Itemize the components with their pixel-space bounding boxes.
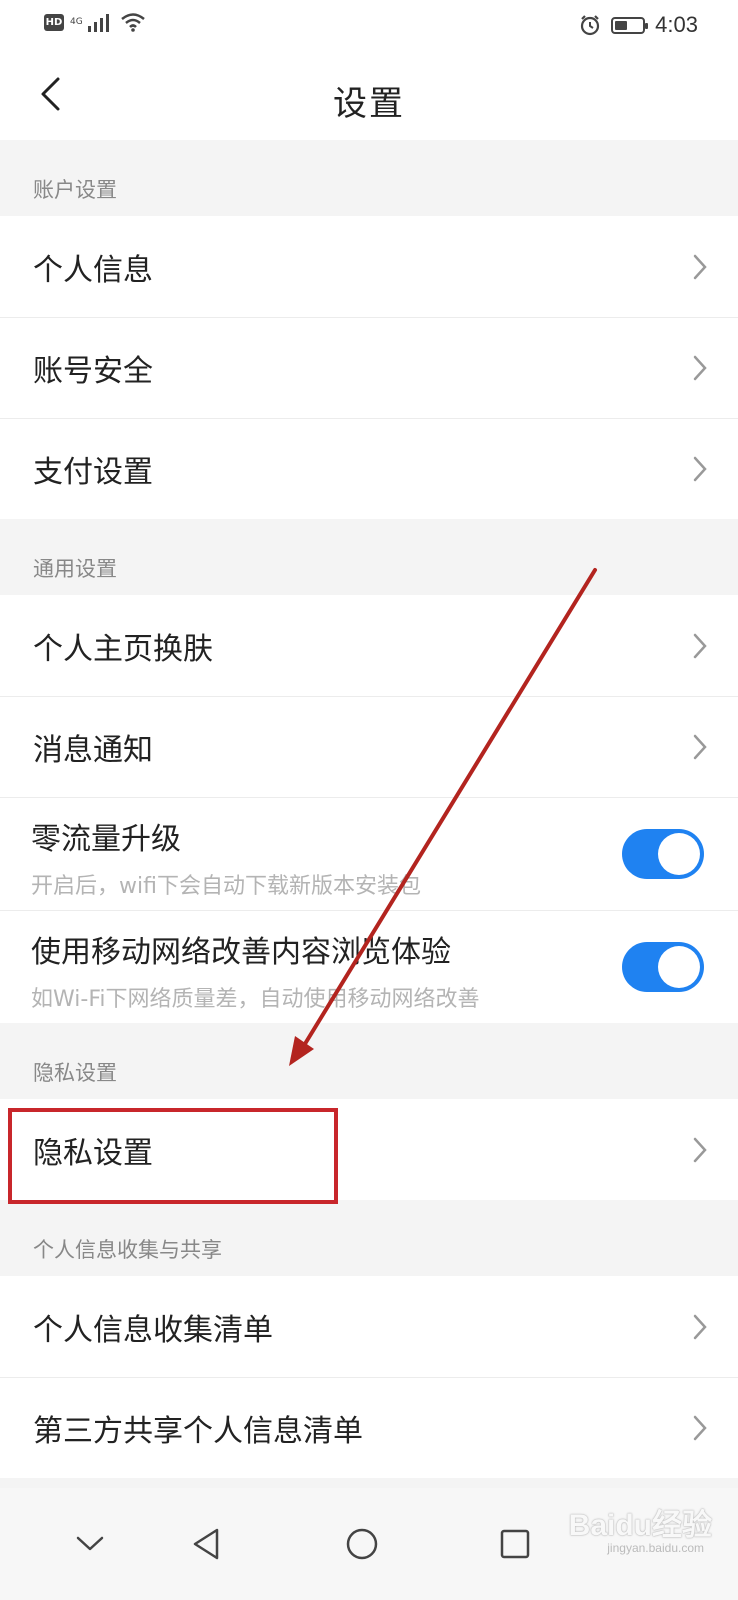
settings-item-account-security[interactable]: 账号安全 [0, 317, 738, 418]
settings-item-skin[interactable]: 个人主页换肤 [0, 595, 738, 696]
status-left: HD 4G [44, 12, 146, 32]
page-title: 设置 [333, 84, 405, 124]
item-label: 个人信息 [33, 252, 153, 288]
watermark-url: jingyan.baidu.com [607, 1541, 704, 1555]
signal-icon [88, 14, 109, 32]
nav-back-button[interactable] [178, 1516, 234, 1572]
settings-item-mobile-network-boost: 使用移动网络改善内容浏览体验 如Wi-Fi下网络质量差，自动使用移动网络改善 [0, 910, 738, 1023]
item-label: 账号安全 [33, 354, 153, 389]
section-heading-account: 账户设置 [0, 140, 738, 216]
item-label: 个人信息收集清单 [33, 1312, 273, 1348]
settings-item-zero-data-upgrade: 零流量升级 开启后，wifi下会自动下载新版本安装包 [0, 797, 738, 910]
recents-square-icon [500, 1529, 530, 1559]
item-description: 开启后，wifi下会自动下载新版本安装包 [31, 874, 421, 899]
toggle-knob [658, 833, 700, 875]
item-label: 第三方共享个人信息清单 [33, 1414, 363, 1449]
nav-recents-button[interactable] [487, 1516, 543, 1572]
chevron-right-icon [693, 1314, 707, 1339]
toggle-knob [658, 946, 700, 988]
settings-item-info-collection-list[interactable]: 个人信息收集清单 [0, 1276, 738, 1377]
hd-icon: HD [44, 13, 64, 31]
wifi-icon [121, 13, 145, 32]
app-header: 设置 [0, 50, 738, 140]
settings-list: 账户设置 个人信息 账号安全 支付设置 通用设置 个人主页换肤 消息通知 零流量… [0, 140, 738, 1478]
nav-home-button[interactable] [334, 1516, 390, 1572]
status-bar: HD 4G 4:03 [0, 0, 738, 50]
item-description: 如Wi-Fi下网络质量差，自动使用移动网络改善 [31, 987, 480, 1012]
chevron-right-icon [693, 456, 707, 482]
watermark-logo: Baidu经验 [568, 1509, 712, 1542]
settings-item-third-party-sharing-list[interactable]: 第三方共享个人信息清单 [0, 1377, 738, 1478]
chevron-right-icon [693, 734, 707, 760]
item-label: 支付设置 [33, 455, 153, 490]
nav-collapse-button[interactable] [62, 1516, 118, 1572]
chevron-right-icon [693, 1415, 707, 1441]
chevron-right-icon [693, 254, 707, 279]
item-texts: 使用移动网络改善内容浏览体验 如Wi-Fi下网络质量差，自动使用移动网络改善 [31, 927, 480, 1013]
section-heading-info-sharing: 个人信息收集与共享 [0, 1200, 738, 1276]
back-triangle-icon [193, 1528, 219, 1560]
alarm-icon [581, 15, 600, 36]
section-heading-general: 通用设置 [0, 519, 738, 595]
battery-level [615, 20, 628, 30]
home-circle-icon [346, 1528, 378, 1560]
section-heading-privacy: 隐私设置 [0, 1023, 738, 1099]
chevron-right-icon [693, 633, 707, 658]
item-label: 个人主页换肤 [33, 631, 213, 667]
clock: 4:03 [655, 12, 698, 37]
chevron-right-icon [693, 1137, 707, 1162]
highlight-box [8, 1108, 338, 1204]
item-label: 使用移动网络改善内容浏览体验 [31, 935, 451, 970]
mobile-network-boost-toggle[interactable] [622, 942, 704, 992]
zero-data-upgrade-toggle[interactable] [622, 829, 704, 879]
chevron-right-icon [693, 355, 707, 381]
settings-item-payment[interactable]: 支付设置 [0, 418, 738, 519]
network-type: 4G [70, 16, 83, 27]
status-right: 4:03 [579, 12, 698, 38]
item-texts: 零流量升级 开启后，wifi下会自动下载新版本安装包 [31, 814, 421, 900]
item-label: 消息通知 [33, 733, 153, 768]
collapse-chevron-icon [76, 1536, 104, 1551]
battery-icon [611, 16, 649, 34]
settings-item-personal-info[interactable]: 个人信息 [0, 216, 738, 317]
settings-item-notifications[interactable]: 消息通知 [0, 696, 738, 797]
item-label: 零流量升级 [31, 822, 181, 857]
